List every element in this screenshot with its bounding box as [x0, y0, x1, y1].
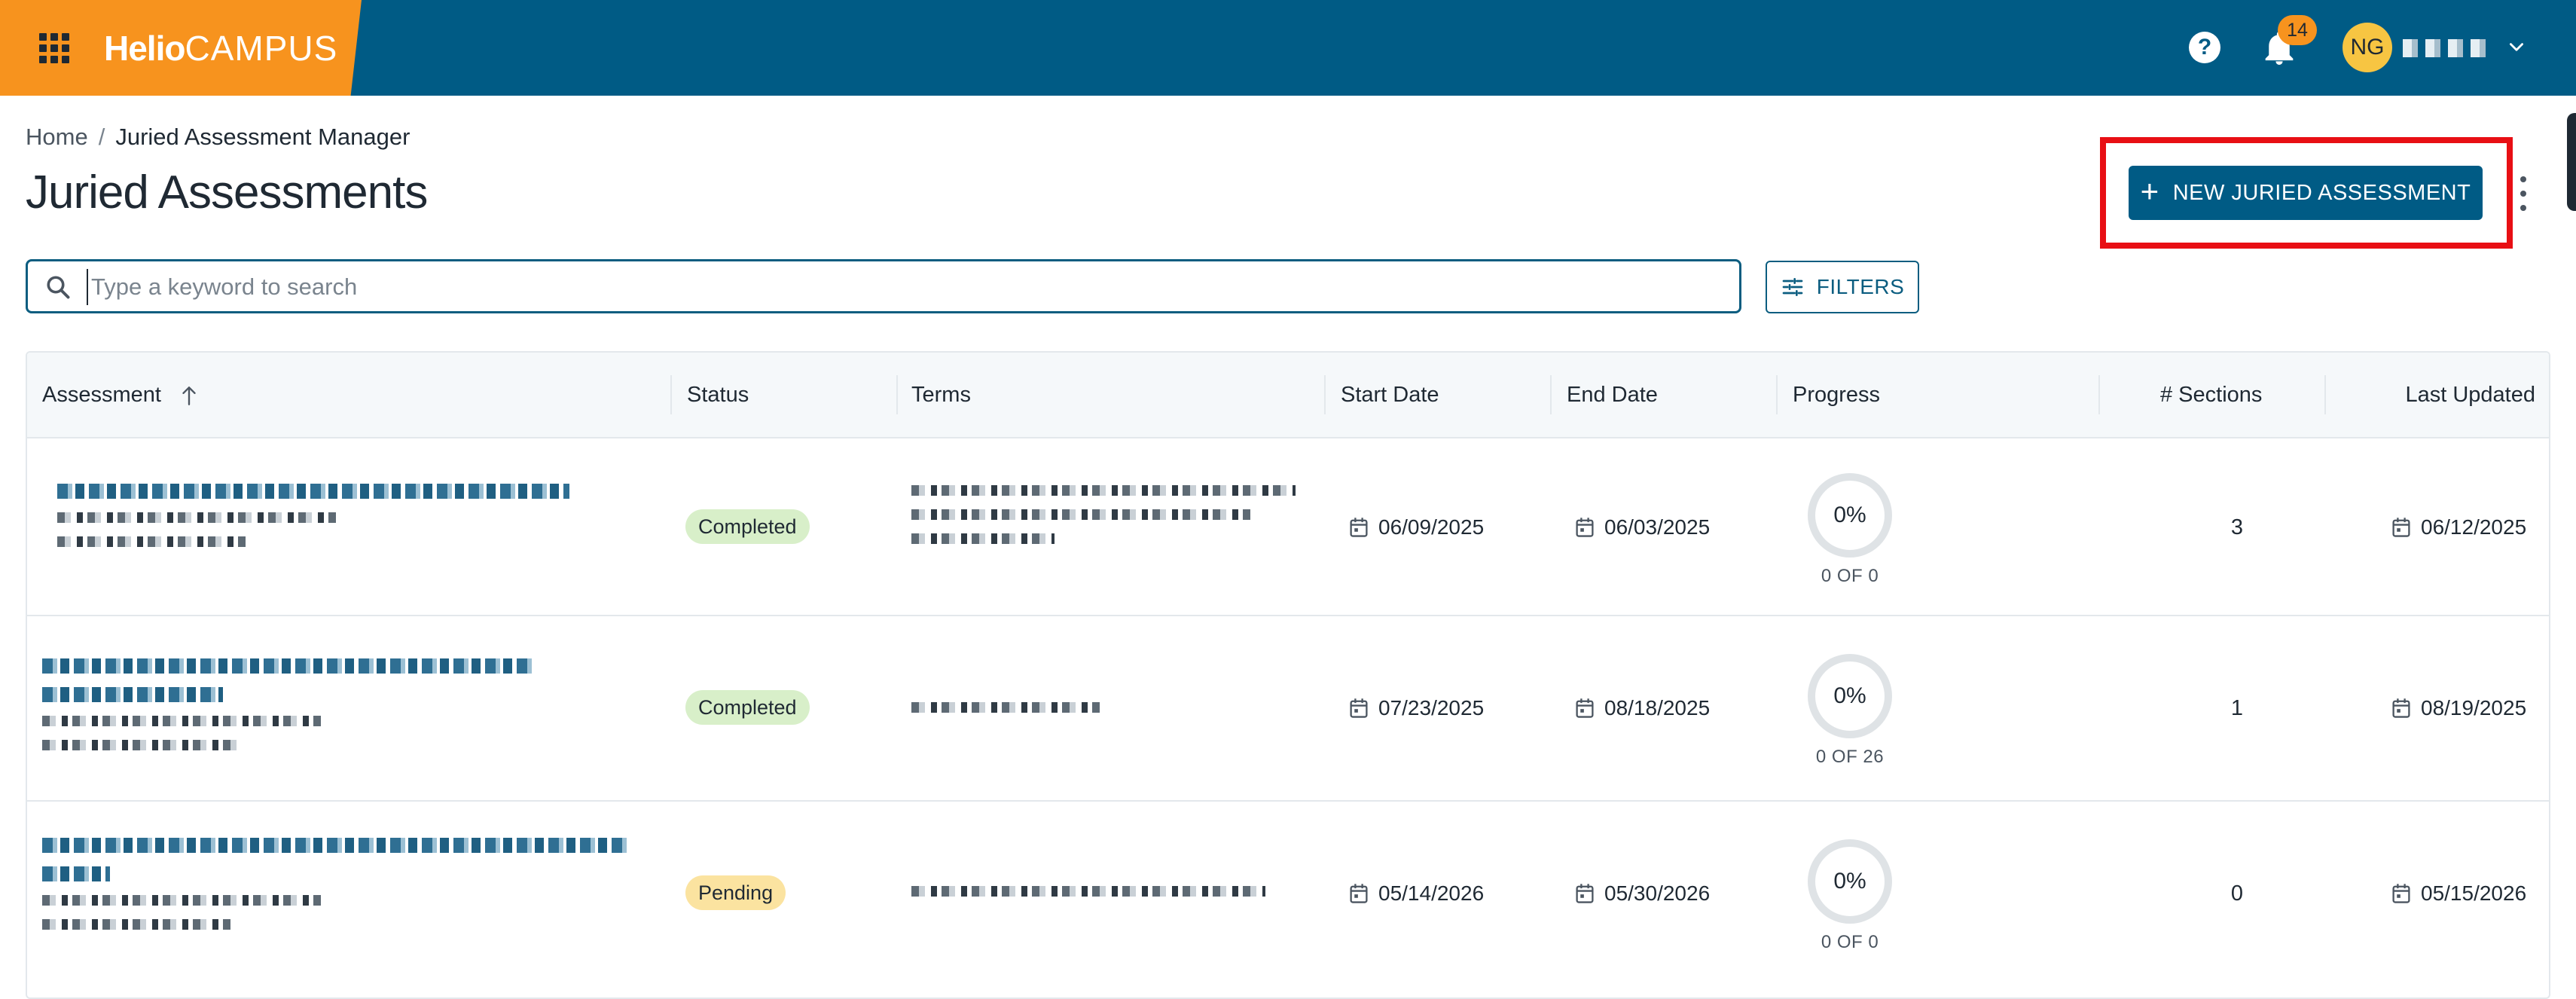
column-divider [1324, 375, 1326, 414]
column-divider [2324, 375, 2326, 414]
search-field[interactable] [26, 259, 1741, 313]
plus-icon: + [2140, 173, 2159, 209]
search-input[interactable] [87, 269, 1720, 305]
assessment-name-redacted[interactable] [57, 484, 569, 561]
tune-icon [1782, 278, 1803, 296]
last-updated: 08/19/2025 [2391, 695, 2526, 722]
column-header-sections[interactable]: # Sections [2160, 353, 2262, 437]
side-panel-tab[interactable] [2567, 113, 2576, 211]
breadcrumb: Home / Juried Assessment Manager [26, 122, 410, 152]
calendar-icon [2392, 884, 2410, 903]
chevron-down-icon[interactable] [2505, 38, 2528, 57]
calendar-icon [1350, 884, 1368, 903]
status-badge: Pending [685, 875, 786, 910]
table-row[interactable]: Pending 05/14/2026 05/30/2026 0% 0 OF 0 … [27, 800, 2549, 997]
table-row[interactable]: Completed 06/09/2025 06/03/2025 0% 0 OF … [27, 437, 2549, 616]
last-updated: 05/15/2026 [2391, 880, 2526, 907]
breadcrumb-current: Juried Assessment Manager [115, 124, 411, 150]
column-header-progress[interactable]: Progress [1793, 353, 1880, 437]
column-header-assessment[interactable]: Assessment [42, 353, 199, 437]
column-header-status[interactable]: Status [687, 353, 749, 437]
table-row[interactable]: Completed 07/23/2025 08/18/2025 0% 0 OF … [27, 615, 2549, 802]
sections-count: 0 [2230, 881, 2244, 906]
column-divider [1550, 375, 1552, 414]
calendar-icon [2392, 518, 2410, 537]
apps-grid-icon[interactable] [39, 33, 69, 63]
assessment-name-redacted[interactable] [42, 838, 630, 943]
breadcrumb-separator: / [98, 124, 105, 150]
end-date-value: 08/18/2025 [1604, 696, 1711, 719]
logo-text-light: CAMPUS [185, 29, 338, 68]
user-avatar[interactable]: NG [2343, 23, 2392, 72]
terms-redacted [911, 485, 1303, 558]
status-badge: Completed [685, 509, 810, 544]
end-date: 08/18/2025 [1574, 695, 1710, 722]
start-date-value: 07/23/2025 [1378, 696, 1485, 719]
heliocampus-logo[interactable]: HelioCAMPUS [104, 27, 337, 69]
last-updated-value: 06/12/2025 [2421, 515, 2527, 539]
page-title: Juried Assessments [26, 166, 428, 218]
help-icon[interactable]: ? [2189, 32, 2220, 63]
calendar-icon [1350, 518, 1368, 537]
start-date-value: 05/14/2026 [1378, 881, 1485, 905]
notification-count-badge[interactable]: 14 [2278, 15, 2317, 45]
sections-count: 1 [2230, 696, 2244, 720]
table-header: Assessment Status Terms Start Date End D… [27, 353, 2549, 438]
sort-ascending-icon[interactable] [179, 384, 199, 407]
status-badge: Completed [685, 690, 810, 725]
user-name-redacted[interactable] [2403, 39, 2486, 57]
assessment-name-redacted[interactable] [42, 658, 554, 764]
breadcrumb-home-link[interactable]: Home [26, 124, 88, 150]
column-divider [896, 375, 898, 414]
last-updated: 06/12/2025 [2391, 514, 2526, 541]
column-header-start-date[interactable]: Start Date [1341, 353, 1439, 437]
calendar-icon [1576, 518, 1594, 537]
column-label: Assessment [42, 383, 161, 407]
start-date: 06/09/2025 [1348, 514, 1484, 541]
logo-text-bold: Helio [104, 29, 185, 68]
calendar-icon [1350, 698, 1368, 718]
terms-redacted [911, 886, 1288, 910]
last-updated-value: 08/19/2025 [2421, 696, 2527, 719]
progress-ring: 0% [1808, 473, 1892, 558]
calendar-icon [2392, 698, 2410, 718]
search-icon [47, 276, 70, 299]
assessments-table: Assessment Status Terms Start Date End D… [26, 351, 2550, 999]
end-date: 06/03/2025 [1574, 514, 1710, 541]
start-date: 05/14/2026 [1348, 880, 1484, 907]
filters-button[interactable]: FILTERS [1766, 261, 1919, 313]
terms-redacted [911, 702, 1137, 726]
calendar-icon [1576, 884, 1594, 903]
progress-caption: 0 OF 0 [1821, 566, 1879, 586]
calendar-icon [1576, 698, 1594, 718]
new-juried-assessment-button[interactable]: + NEW JURIED ASSESSMENT [2129, 166, 2483, 220]
column-header-end-date[interactable]: End Date [1567, 353, 1658, 437]
more-vert-icon[interactable] [2516, 176, 2531, 211]
end-date-value: 05/30/2026 [1604, 881, 1711, 905]
top-navigation-bar: HelioCAMPUS ? 14 NG [0, 0, 2576, 96]
progress-caption: 0 OF 0 [1821, 932, 1879, 952]
start-date: 07/23/2025 [1348, 695, 1484, 722]
progress-ring: 0% [1808, 839, 1892, 924]
start-date-value: 06/09/2025 [1378, 515, 1485, 539]
column-divider [2098, 375, 2100, 414]
progress-caption: 0 OF 26 [1815, 747, 1885, 767]
progress-ring: 0% [1808, 654, 1892, 738]
column-divider [670, 375, 672, 414]
column-divider [1776, 375, 1778, 414]
filters-label: FILTERS [1816, 275, 1905, 298]
end-date-value: 06/03/2025 [1604, 515, 1711, 539]
end-date: 05/30/2026 [1574, 880, 1710, 907]
column-header-terms[interactable]: Terms [911, 353, 971, 437]
column-header-last-updated[interactable]: Last Updated [2405, 353, 2535, 437]
last-updated-value: 05/15/2026 [2421, 881, 2527, 905]
new-juried-assessment-label: NEW JURIED ASSESSMENT [2172, 180, 2471, 205]
sections-count: 3 [2230, 515, 2244, 539]
